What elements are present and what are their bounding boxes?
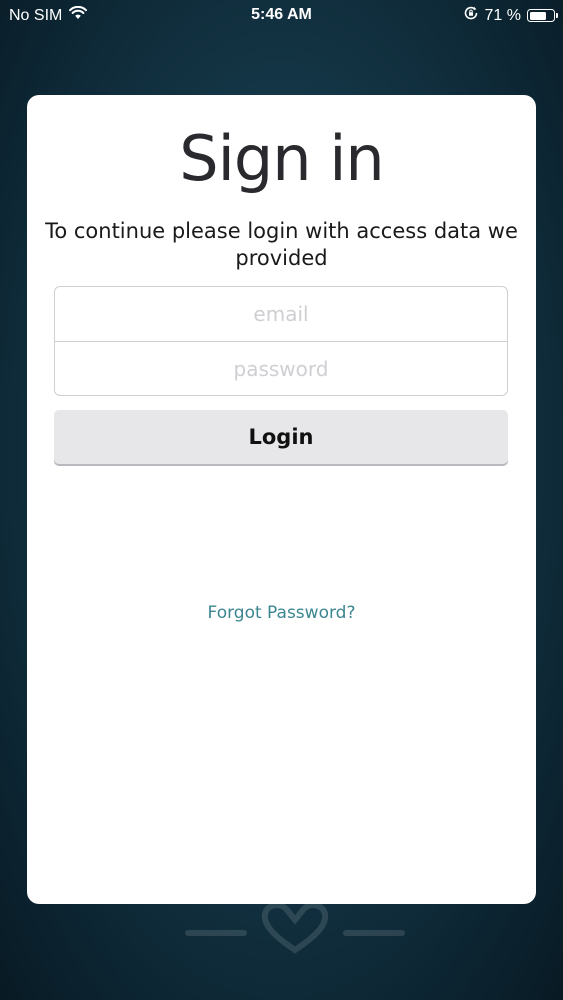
forgot-password-link[interactable]: Forgot Password? <box>0 603 563 623</box>
credentials-form <box>54 286 508 396</box>
email-field[interactable] <box>55 287 507 341</box>
status-bar-right: 71 % <box>463 5 558 26</box>
battery-icon <box>527 9 558 22</box>
login-button[interactable]: Login <box>54 410 508 464</box>
orientation-lock-icon <box>463 5 479 26</box>
heart-logo <box>185 902 405 954</box>
page-title: Sign in <box>179 122 384 195</box>
login-instructions: To continue please login with access dat… <box>45 219 518 270</box>
battery-fill <box>529 11 546 20</box>
status-bar: No SIM 5:46 AM 71 % <box>0 0 563 30</box>
battery-percent: 71 % <box>484 6 521 24</box>
login-card <box>27 95 536 904</box>
password-field[interactable] <box>55 342 507 395</box>
battery-tip <box>556 13 558 18</box>
